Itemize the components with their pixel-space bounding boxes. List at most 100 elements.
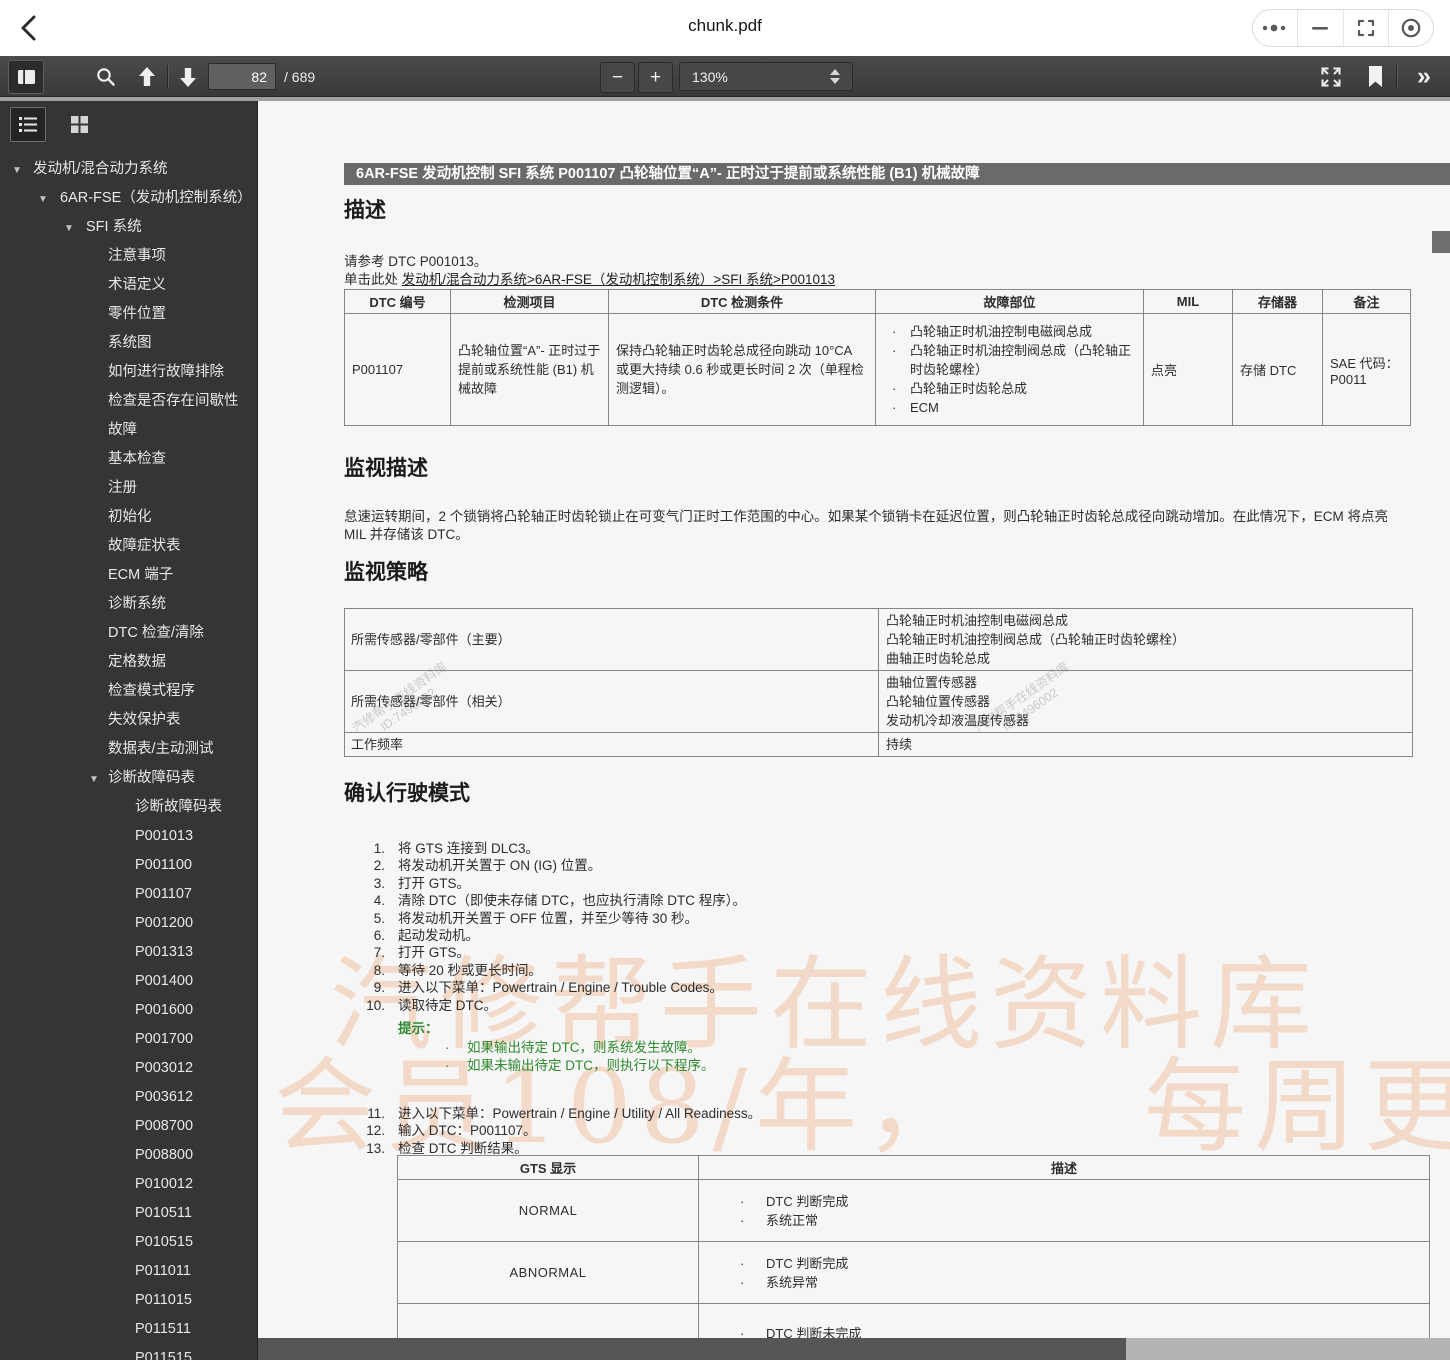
- procedure-steps-11-13: 11. 进入以下菜单：Powertrain / Engine / Utility …: [328, 1105, 761, 1157]
- outline-item-label: P001313: [135, 944, 194, 960]
- outline-item-label: 6AR-FSE（发动机控制系统）: [60, 190, 252, 206]
- outline-item-label: 初始化: [108, 509, 152, 525]
- outline-item[interactable]: P001313: [0, 938, 257, 967]
- outline-item[interactable]: 如何进行故障排除: [0, 358, 257, 387]
- bookmark-button[interactable]: [1365, 64, 1385, 89]
- collapse-arrow-icon[interactable]: ▼: [64, 214, 74, 243]
- click-prefix: 单击此处: [344, 271, 402, 287]
- fault-part-item: ECM: [883, 398, 1136, 417]
- outline-item[interactable]: P008700: [0, 1112, 257, 1141]
- arrow-down-icon: [180, 67, 196, 87]
- page-number-input[interactable]: [208, 63, 276, 90]
- collapse-arrow-icon[interactable]: ▼: [12, 156, 22, 185]
- zoom-in-button[interactable]: +: [638, 62, 673, 93]
- outline-item[interactable]: 检查模式程序: [0, 677, 257, 706]
- outline-item[interactable]: P001100: [0, 851, 257, 880]
- outline-item[interactable]: 检查是否存在间歇性故障: [0, 387, 257, 445]
- fault-part-item: 凸轮轴正时齿轮总成: [883, 379, 1136, 398]
- outline-item[interactable]: DTC 检查/清除: [0, 619, 257, 648]
- outline-item[interactable]: P011015: [0, 1286, 257, 1315]
- dtc-reference-link[interactable]: 发动机/混合动力系统>6AR-FSE（发动机控制系统）>SFI 系统>P0010…: [402, 272, 835, 287]
- gts-result-row: NORMALDTC 判断完成系统正常: [397, 1179, 1430, 1242]
- outline-item[interactable]: 初始化: [0, 503, 257, 532]
- outline-item-label: P003612: [135, 1089, 194, 1105]
- outline-item[interactable]: ▼ SFI 系统: [0, 213, 257, 242]
- strategy-value: 发动机冷却液温度传感器: [886, 713, 1030, 728]
- outline-item[interactable]: P001400: [0, 967, 257, 996]
- outline-item[interactable]: 故障症状表: [0, 532, 257, 561]
- gts-result-table: GTS 显示描述 NORMALDTC 判断完成系统正常ABNORMALDTC 判…: [397, 1155, 1430, 1360]
- outline-item-label: P003012: [135, 1060, 194, 1076]
- outline-item[interactable]: P011511: [0, 1315, 257, 1344]
- dtc-table-header-cell: MIL: [1143, 289, 1233, 314]
- outline-item-label: 零件位置: [108, 306, 166, 322]
- minimize-icon: [1312, 27, 1329, 30]
- outline-item[interactable]: P008800: [0, 1141, 257, 1170]
- procedure-steps-1-10: 1. 将 GTS 连接到 DLC3。 2. 将发动机开关置于 ON (IG) 位置。 3…: [328, 840, 746, 1014]
- outline-item[interactable]: P001600: [0, 996, 257, 1025]
- outline-item[interactable]: ▼ 6AR-FSE（发动机控制系统）: [0, 184, 257, 213]
- outline-item[interactable]: P001107: [0, 880, 257, 909]
- outline-item-label: P001013: [135, 828, 194, 844]
- monitor-strategy-table: 所需传感器/零部件（主要） 凸轮轴正时机油控制电磁阀总成 凸轮轴正时机油控制阀总成（…: [344, 608, 1413, 757]
- outline-item[interactable]: P010511: [0, 1199, 257, 1228]
- vertical-scrollbar-thumb[interactable]: [1432, 231, 1450, 253]
- outline-item-label: P001107: [135, 886, 192, 902]
- outline-item[interactable]: P010012: [0, 1170, 257, 1199]
- outline-item-label: 如何进行故障排除: [108, 364, 224, 380]
- thumbnail-view-button[interactable]: [62, 108, 96, 141]
- dtc-table-header-cell: 存储器: [1232, 289, 1323, 314]
- collapse-arrow-icon[interactable]: ▼: [38, 185, 48, 214]
- outline-item[interactable]: ▼ 诊断故障码表: [0, 764, 257, 793]
- outline-item[interactable]: 注意事项: [0, 242, 257, 271]
- step-number: 1.: [373, 841, 385, 856]
- outline-item[interactable]: 系统图: [0, 329, 257, 358]
- restore-button[interactable]: [1342, 10, 1388, 46]
- heading-confirm-drive-pattern: 确认行驶模式: [344, 782, 470, 805]
- outline-item[interactable]: P010515: [0, 1228, 257, 1257]
- outline-item[interactable]: P003612: [0, 1083, 257, 1112]
- outline-item[interactable]: P011011: [0, 1257, 257, 1286]
- next-page-button[interactable]: [177, 65, 199, 88]
- outline-item[interactable]: 数据表/主动测试: [0, 735, 257, 764]
- outline-item[interactable]: ECM 端子: [0, 561, 257, 590]
- outline-item[interactable]: 诊断系统: [0, 590, 257, 619]
- outline-item[interactable]: 基本检查: [0, 445, 257, 474]
- gts-desc-cell: DTC 判断完成系统正常: [698, 1179, 1430, 1242]
- home-circle-button[interactable]: [1387, 10, 1433, 46]
- outline-item[interactable]: P003012: [0, 1054, 257, 1083]
- outline-item[interactable]: 注册: [0, 474, 257, 503]
- step-text: 进入以下菜单：Powertrain / Engine / Utility / A…: [398, 1106, 762, 1121]
- outline-item[interactable]: 诊断故障码表: [0, 793, 257, 822]
- outline-item[interactable]: 定格数据: [0, 648, 257, 677]
- collapse-arrow-icon[interactable]: ▼: [89, 765, 99, 794]
- horizontal-scrollbar[interactable]: [258, 1338, 1450, 1360]
- zoom-out-button[interactable]: −: [600, 62, 635, 93]
- previous-page-button[interactable]: [136, 65, 158, 88]
- gts-desc-cell: DTC 判断完成系统异常: [698, 1241, 1430, 1304]
- more-tools-button[interactable]: »: [1404, 57, 1444, 95]
- procedure-step: 10. 读取待定 DTC。: [328, 997, 746, 1014]
- more-options-button[interactable]: [1253, 10, 1297, 46]
- fullscreen-button[interactable]: [1318, 64, 1344, 90]
- outline-item[interactable]: P011515: [0, 1344, 257, 1360]
- select-spinner-icon: [830, 69, 840, 84]
- outline-item-label: 故障症状表: [108, 538, 181, 554]
- outline-item[interactable]: P001700: [0, 1025, 257, 1054]
- search-button[interactable]: [94, 65, 118, 89]
- outline-item[interactable]: ▼ 发动机/混合动力系统: [0, 155, 257, 184]
- outline-item[interactable]: P001200: [0, 909, 257, 938]
- step-number: 3.: [373, 875, 385, 891]
- minimize-button[interactable]: [1297, 10, 1342, 46]
- outline-view-button[interactable]: [10, 106, 46, 142]
- outline-item[interactable]: 失效保护表: [0, 706, 257, 735]
- horizontal-scrollbar-thumb[interactable]: [258, 1338, 1126, 1360]
- strategy-value: 曲轴位置传感器: [886, 675, 978, 690]
- outline-item[interactable]: P001013: [0, 822, 257, 851]
- outline-item[interactable]: 术语定义: [0, 271, 257, 300]
- toggle-sidebar-button[interactable]: [8, 60, 44, 94]
- outline-item[interactable]: 零件位置: [0, 300, 257, 329]
- outline-item-label: P010511: [135, 1205, 192, 1221]
- step-text: 打开 GTS。: [398, 875, 471, 891]
- zoom-level-select[interactable]: 130%: [679, 62, 853, 91]
